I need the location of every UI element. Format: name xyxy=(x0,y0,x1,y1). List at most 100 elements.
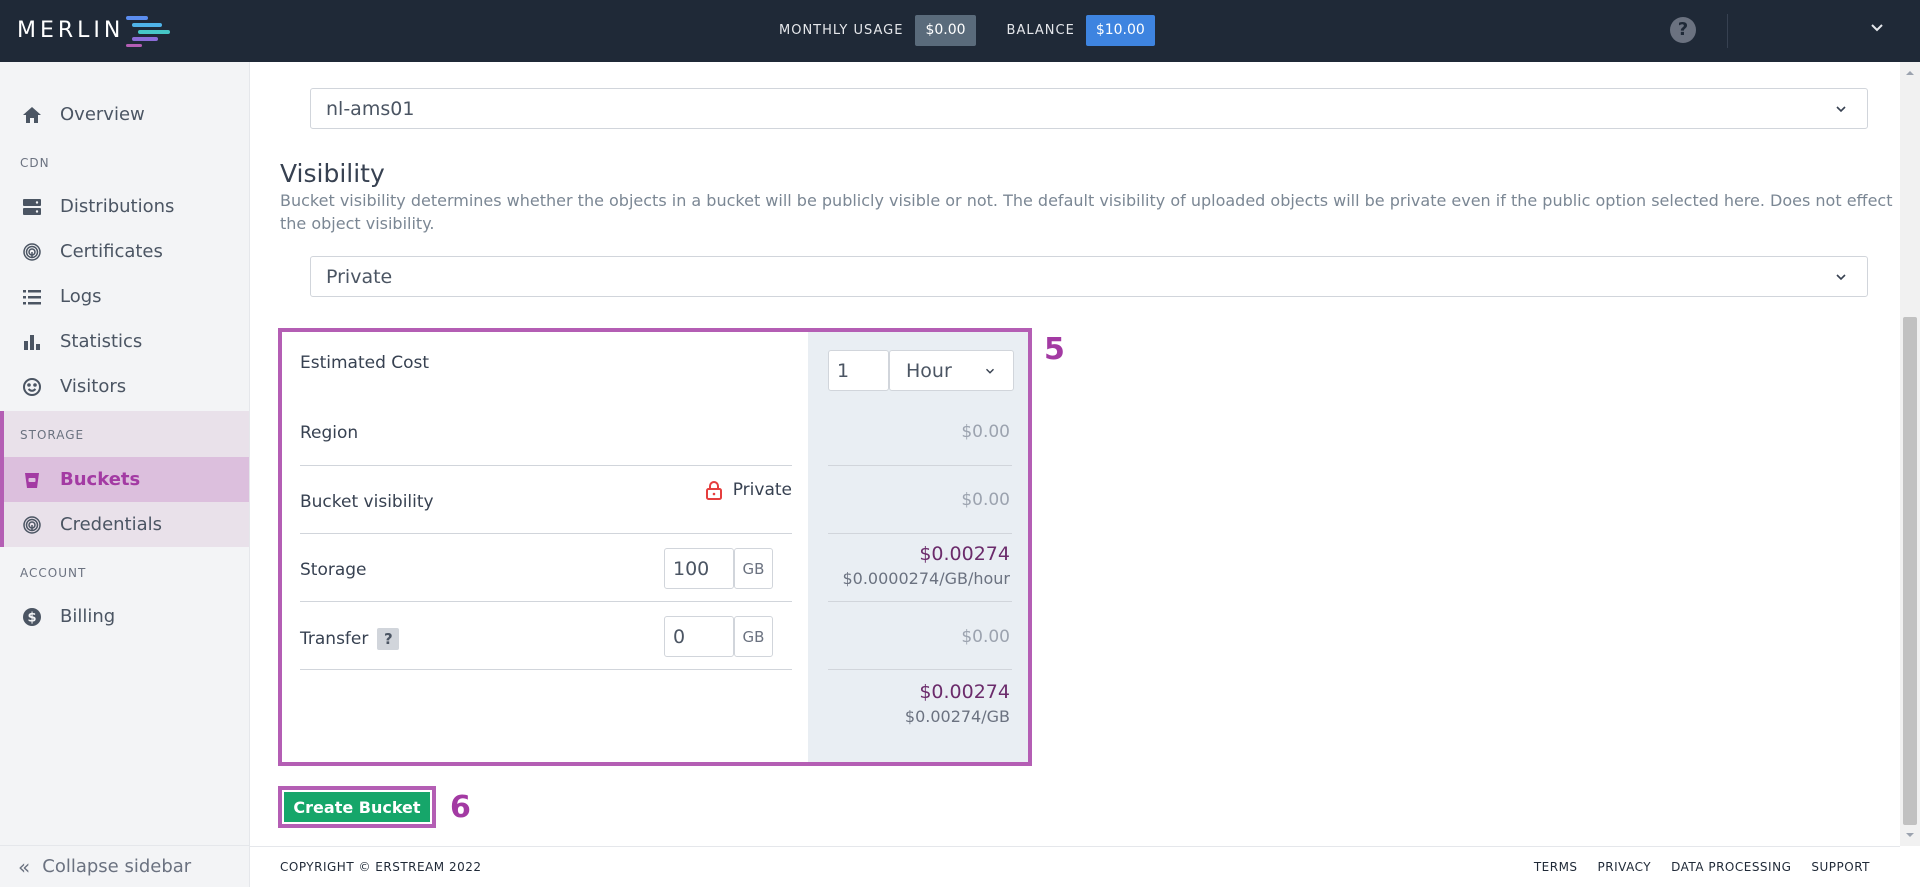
sidebar-item-label: Credentials xyxy=(60,514,163,535)
visibility-title: Visibility xyxy=(280,159,385,188)
footer-link-data-processing[interactable]: DATA PROCESSING xyxy=(1671,860,1791,874)
chevron-down-icon[interactable] xyxy=(1867,18,1887,38)
merlin-logo[interactable]: MERLIN xyxy=(17,12,172,48)
list-icon xyxy=(21,286,43,308)
collapse-sidebar-label: Collapse sidebar xyxy=(42,856,192,877)
fingerprint-icon xyxy=(21,241,43,263)
transfer-label-text: Transfer xyxy=(300,629,369,649)
sidebar-item-billing[interactable]: $ Billing xyxy=(0,594,249,639)
create-bucket-button[interactable]: Create Bucket xyxy=(278,786,436,828)
region-select-value: nl-ams01 xyxy=(326,97,415,120)
transfer-help-icon[interactable]: ? xyxy=(377,628,400,650)
footer: COPYRIGHT © ERSTREAM 2022 TERMS PRIVACY … xyxy=(250,846,1900,887)
bar-chart-icon xyxy=(21,331,43,353)
estimate-details: Estimated Cost Region Bucket visibility … xyxy=(282,332,808,762)
sidebar-item-certificates[interactable]: Certificates xyxy=(0,229,249,274)
monthly-usage-badge: $0.00 xyxy=(915,15,976,46)
estimated-cost-panel: Estimated Cost Region Bucket visibility … xyxy=(278,328,1032,766)
duration-unit-select[interactable]: Hour xyxy=(889,350,1014,391)
row-divider xyxy=(828,465,1012,466)
total-rate: $0.00274/GB xyxy=(904,707,1010,726)
sidebar-item-label: Statistics xyxy=(60,331,143,352)
storage-rate: $0.0000274/GB/hour xyxy=(842,569,1010,588)
balance-badge[interactable]: $10.00 xyxy=(1085,15,1155,46)
sidebar-section-cdn: CDN xyxy=(20,156,50,170)
visibility-select[interactable]: Private xyxy=(310,256,1868,297)
svg-text:$: $ xyxy=(27,610,36,625)
bucket-visibility-text: Private xyxy=(732,480,792,500)
sidebar-section-storage: STORAGE xyxy=(20,428,85,442)
vertical-scrollbar[interactable] xyxy=(1900,62,1920,846)
estimate-costs: 1 Hour $0.00 $0.00 $0.00274 $0.0000274/G… xyxy=(808,332,1028,762)
logo-mark-icon xyxy=(126,16,171,47)
transfer-row-label: Transfer? xyxy=(300,628,400,650)
row-divider xyxy=(300,669,792,670)
monthly-usage-label: MONTHLY USAGE xyxy=(779,23,904,38)
sidebar-item-visitors[interactable]: Visitors xyxy=(0,364,249,409)
row-divider xyxy=(828,601,1012,602)
footer-link-support[interactable]: SUPPORT xyxy=(1811,860,1870,874)
scroll-down-arrow-icon[interactable] xyxy=(1905,830,1915,840)
region-select[interactable]: nl-ams01 xyxy=(310,88,1868,129)
sidebar: Overview CDN Distributions Certificates … xyxy=(0,62,250,887)
copyright-text: COPYRIGHT © ERSTREAM 2022 xyxy=(280,860,482,874)
row-divider xyxy=(300,533,792,534)
sidebar-item-label: Buckets xyxy=(60,469,141,490)
row-divider xyxy=(828,669,1012,670)
sidebar-item-statistics[interactable]: Statistics xyxy=(0,319,249,364)
row-divider xyxy=(300,465,792,466)
server-icon xyxy=(21,196,43,218)
row-divider xyxy=(828,533,1012,534)
scrollbar-thumb[interactable] xyxy=(1903,317,1917,825)
sidebar-item-label: Certificates xyxy=(60,241,163,262)
sidebar-item-buckets[interactable]: Buckets xyxy=(4,457,249,502)
sidebar-item-credentials[interactable]: Credentials xyxy=(4,502,249,547)
dollar-circle-icon: $ xyxy=(21,606,43,628)
chevron-down-icon xyxy=(1836,274,1846,281)
sidebar-item-label: Logs xyxy=(60,286,102,307)
chevron-down-icon xyxy=(986,368,994,374)
topbar-divider xyxy=(1727,14,1728,48)
footer-link-privacy[interactable]: PRIVACY xyxy=(1598,860,1652,874)
create-bucket-label: Create Bucket xyxy=(284,792,430,822)
transfer-cost: $0.00 xyxy=(961,627,1010,647)
bucket-visibility-label: Bucket visibility xyxy=(300,492,434,512)
top-navbar: MERLIN MONTHLY USAGE $0.00 BALANCE $10.0… xyxy=(0,0,1920,62)
collapse-sidebar-button[interactable]: « Collapse sidebar xyxy=(0,845,249,887)
sidebar-item-label: Distributions xyxy=(60,196,175,217)
bucket-icon xyxy=(21,469,43,491)
sidebar-item-logs[interactable]: Logs xyxy=(0,274,249,319)
step-number-5: 5 xyxy=(1044,332,1065,367)
lock-icon xyxy=(705,481,722,500)
balance-label: BALANCE xyxy=(1006,23,1075,38)
duration-input[interactable]: 1 xyxy=(828,350,889,391)
storage-row-label: Storage xyxy=(300,560,367,580)
total-cost: $0.00274 xyxy=(919,681,1010,703)
chevron-down-icon xyxy=(1836,106,1846,113)
sidebar-item-label: Visitors xyxy=(60,376,127,397)
transfer-unit: GB xyxy=(734,616,773,657)
visibility-select-value: Private xyxy=(326,265,393,288)
scroll-up-arrow-icon[interactable] xyxy=(1905,68,1915,78)
sidebar-item-label: Overview xyxy=(60,104,145,125)
sidebar-section-account: ACCOUNT xyxy=(20,566,87,580)
transfer-input[interactable]: 0 xyxy=(664,616,734,657)
visibility-description: Bucket visibility determines whether the… xyxy=(280,191,1893,233)
bucket-visibility-cost: $0.00 xyxy=(961,490,1010,510)
row-divider xyxy=(300,601,792,602)
double-chevron-left-icon: « xyxy=(18,854,31,879)
sidebar-item-distributions[interactable]: Distributions xyxy=(0,184,249,229)
storage-unit: GB xyxy=(734,548,773,589)
usage-summary: MONTHLY USAGE $0.00 BALANCE $10.00 xyxy=(779,15,1155,46)
main-content: nl-ams01 Visibility Bucket visibility de… xyxy=(250,62,1900,887)
sidebar-item-label: Billing xyxy=(60,606,116,627)
storage-cost: $0.00274 xyxy=(919,543,1010,565)
logo-text: MERLIN xyxy=(17,17,125,43)
storage-input[interactable]: 100 xyxy=(664,548,734,589)
bucket-visibility-value: Private xyxy=(705,480,792,500)
smiley-icon xyxy=(21,376,43,398)
sidebar-item-overview[interactable]: Overview xyxy=(0,92,249,137)
fingerprint-icon xyxy=(21,514,43,536)
help-icon[interactable]: ? xyxy=(1670,17,1696,43)
footer-link-terms[interactable]: TERMS xyxy=(1534,860,1578,874)
